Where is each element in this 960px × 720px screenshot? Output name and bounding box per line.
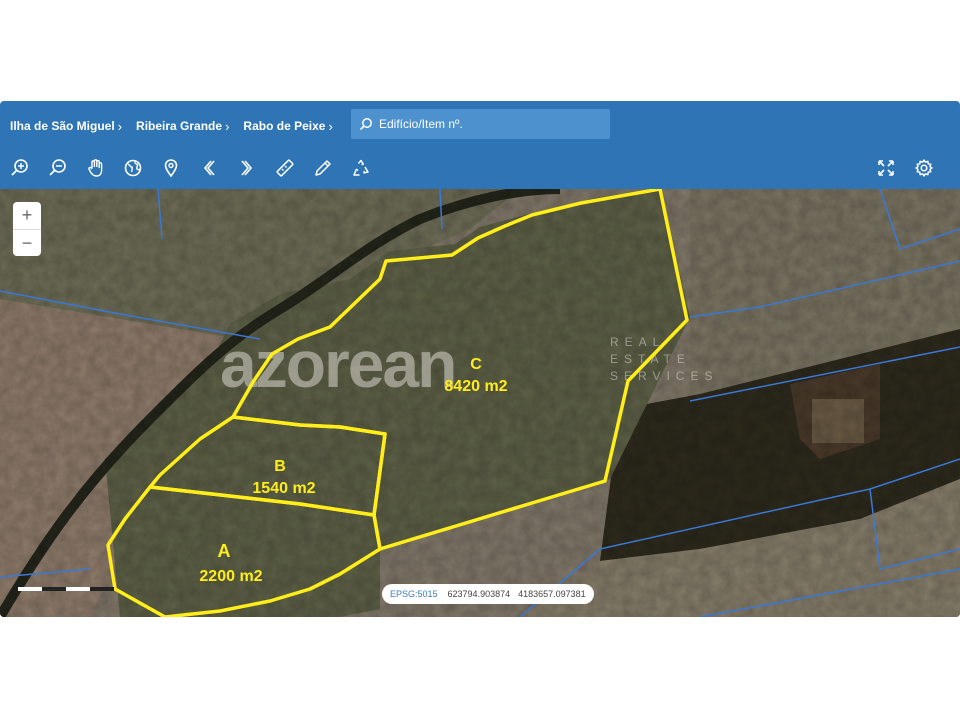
watermark-tag-1: REAL	[610, 335, 665, 349]
map-viewer-app: Ilha de São Miguel › Ribeira Grande › Ra…	[0, 101, 960, 617]
map-canvas[interactable]: azorean REAL ESTATE SERVICES C 8420 m2 B…	[0, 189, 960, 617]
terrain-texture	[0, 189, 960, 617]
search-input[interactable]	[377, 116, 591, 132]
map-layer: azorean REAL ESTATE SERVICES C 8420 m2 B…	[0, 189, 960, 617]
scale-bar	[18, 587, 114, 591]
breadcrumb-parish-label: Rabo de Peixe	[243, 119, 326, 133]
location-pin-icon[interactable]	[158, 155, 184, 181]
parcel-a-area: 2200 m2	[199, 568, 262, 585]
fullscreen-icon[interactable]	[873, 155, 899, 181]
zoom-in-button[interactable]: +	[13, 202, 41, 229]
chevron-right-icon: ›	[117, 118, 123, 134]
breadcrumb-municipality-label: Ribeira Grande	[136, 119, 223, 133]
zoom-out-button[interactable]: −	[13, 230, 41, 257]
breadcrumb-parish[interactable]: Rabo de Peixe ›	[243, 119, 332, 134]
draw-pencil-icon[interactable]	[310, 155, 336, 181]
breadcrumb-municipality[interactable]: Ribeira Grande ›	[136, 119, 229, 134]
header-bar: Ilha de São Miguel › Ribeira Grande › Ra…	[0, 101, 960, 189]
chevron-right-icon: ›	[328, 118, 333, 134]
chevron-right-icon: ›	[225, 118, 230, 134]
settings-gear-icon[interactable]	[911, 155, 937, 181]
zoom-control: + −	[13, 202, 41, 256]
parcel-a-letter: A	[218, 541, 231, 561]
recycle-icon[interactable]	[348, 155, 374, 181]
measure-ruler-icon[interactable]	[272, 155, 298, 181]
coordinate-x: 623794.903874	[447, 589, 511, 599]
breadcrumb-island[interactable]: Ilha de São Miguel ›	[10, 119, 122, 134]
parcel-c-area: 8420 m2	[444, 378, 507, 395]
globe-icon[interactable]	[120, 155, 146, 181]
breadcrumb-island-label: Ilha de São Miguel	[10, 119, 115, 133]
next-extent-icon[interactable]	[234, 155, 260, 181]
parcel-b-area: 1540 m2	[252, 480, 315, 497]
zoom-in-icon[interactable]	[7, 155, 33, 181]
search-icon	[359, 118, 372, 131]
epsg-code[interactable]: EPSG:5015	[390, 589, 438, 599]
coordinate-readout: EPSG:5015 623794.903874 4183657.097381	[382, 584, 594, 604]
parcel-c-letter: C	[470, 356, 482, 373]
coordinate-y: 4183657.097381	[518, 589, 586, 599]
search-box	[351, 109, 610, 139]
breadcrumb: Ilha de São Miguel › Ribeira Grande › Ra…	[10, 111, 347, 141]
watermark-brand: azorean	[220, 327, 455, 401]
zoom-out-icon[interactable]	[45, 155, 71, 181]
pan-hand-icon[interactable]	[83, 155, 109, 181]
previous-extent-icon[interactable]	[196, 155, 222, 181]
parcel-b-letter: B	[274, 458, 286, 475]
toolbar	[0, 151, 960, 183]
